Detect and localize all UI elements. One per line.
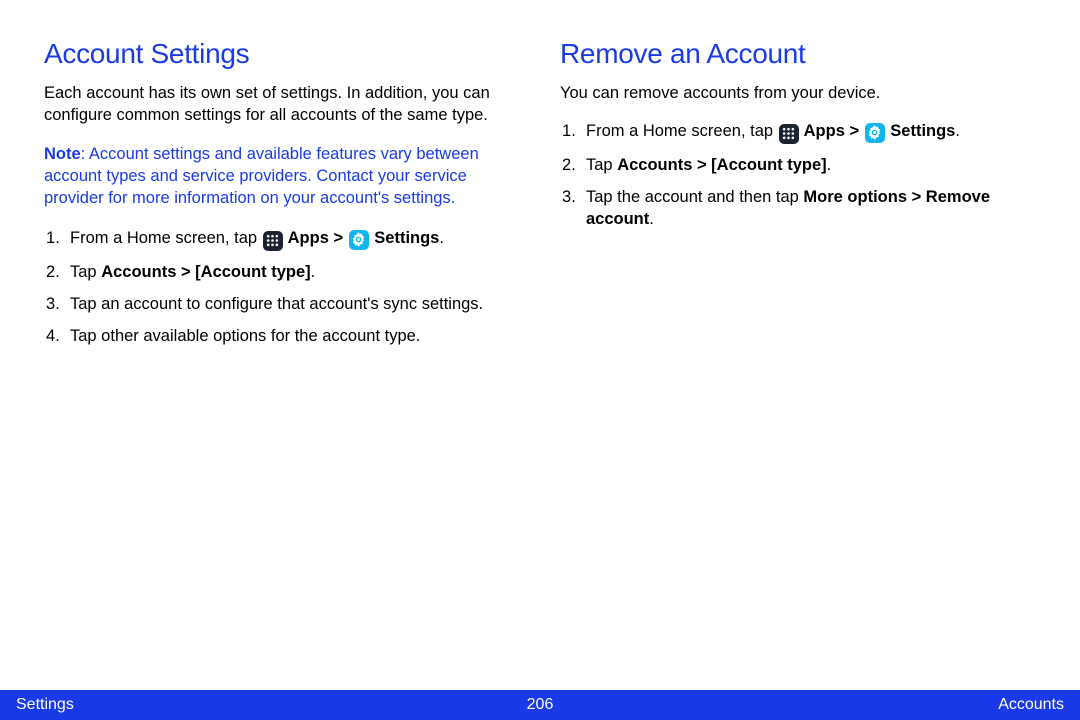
footer-right: Accounts (998, 696, 1064, 714)
step-item: Tap Accounts > [Account type]. (560, 154, 1036, 176)
step-item: Tap Accounts > [Account type]. (44, 261, 520, 283)
step-item: Tap the account and then tap More option… (560, 186, 1036, 231)
page-content: Account Settings Each account has its ow… (0, 0, 1080, 358)
account-settings-intro: Each account has its own set of settings… (44, 82, 520, 127)
step-item: From a Home screen, tap Apps > Settings. (560, 120, 1036, 144)
step-item: Tap an account to configure that account… (44, 293, 520, 315)
left-column: Account Settings Each account has its ow… (44, 38, 520, 358)
note-label: Note (44, 145, 81, 163)
step-text: Tap the account and then tap (586, 188, 803, 206)
right-column: Remove an Account You can remove account… (560, 38, 1036, 358)
step-bold: Accounts > [Account type] (617, 156, 826, 174)
step-text: From a Home screen, tap (70, 229, 262, 247)
footer-left: Settings (16, 696, 74, 714)
remove-account-intro: You can remove accounts from your device… (560, 82, 1036, 104)
step-end: . (955, 122, 960, 140)
footer-page-number: 206 (527, 696, 554, 714)
account-settings-heading: Account Settings (44, 38, 520, 70)
remove-account-heading: Remove an Account (560, 38, 1036, 70)
settings-icon (349, 230, 369, 250)
step-text: From a Home screen, tap (586, 122, 778, 140)
apps-icon (779, 124, 799, 144)
settings-icon (865, 123, 885, 143)
apps-icon (263, 231, 283, 251)
account-settings-steps: From a Home screen, tap Apps > Settings.… (44, 227, 520, 347)
step-end: . (827, 156, 832, 174)
step-end: . (439, 229, 444, 247)
settings-label: Settings (886, 122, 956, 140)
step-item: Tap other available options for the acco… (44, 325, 520, 347)
footer-bar: Settings 206 Accounts (0, 690, 1080, 720)
step-item: From a Home screen, tap Apps > Settings. (44, 227, 520, 251)
step-bold: Accounts > [Account type] (101, 263, 310, 281)
apps-label: Apps > (284, 229, 348, 247)
settings-label: Settings (370, 229, 440, 247)
note-body: : Account settings and available feature… (44, 145, 479, 208)
remove-account-steps: From a Home screen, tap Apps > Settings.… (560, 120, 1036, 230)
account-settings-note: Note: Account settings and available fea… (44, 143, 520, 210)
apps-label: Apps > (800, 122, 864, 140)
step-text: Tap (586, 156, 617, 174)
step-end: . (649, 210, 654, 228)
step-end: . (311, 263, 316, 281)
step-text: Tap (70, 263, 101, 281)
